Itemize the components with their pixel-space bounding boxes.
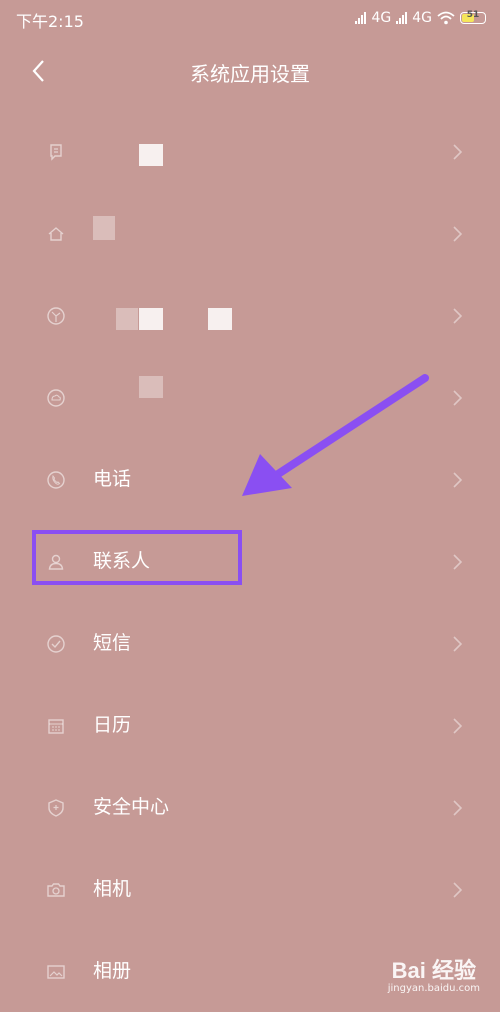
settings-row-message[interactable] <box>0 110 500 192</box>
status-icons: 4G 4G 51 <box>355 8 486 28</box>
chevron-right-icon <box>453 882 463 898</box>
theme-icon <box>47 307 65 325</box>
home-icon <box>48 227 64 241</box>
network-type-1: 4G <box>371 10 392 26</box>
battery-icon: 51 <box>460 10 486 24</box>
settings-row-camera[interactable]: 相机 <box>0 848 500 930</box>
title-bar: 系统应用设置 <box>0 46 500 98</box>
chevron-right-icon <box>453 472 463 488</box>
redacted-block <box>139 308 163 330</box>
settings-row-phone[interactable]: 电话 <box>0 438 500 520</box>
status-bar: 下午2:15 4G 4G 51 <box>0 0 500 36</box>
chevron-right-icon <box>453 800 463 816</box>
network-type-2: 4G <box>412 10 432 26</box>
settings-row-label: 相机 <box>93 878 132 900</box>
chevron-right-icon <box>453 636 463 652</box>
chevron-right-icon <box>453 308 463 324</box>
settings-list: 电话 联系人 短信 日历 安全中心 相机 相册 <box>0 110 500 1012</box>
chevron-right-icon <box>453 390 463 406</box>
redacted-block <box>208 308 232 330</box>
chevron-right-icon <box>453 718 463 734</box>
chevron-right-icon <box>453 226 463 242</box>
settings-row-theme[interactable] <box>0 274 500 356</box>
camera-icon <box>47 883 65 897</box>
shield-icon <box>48 799 64 817</box>
settings-row-security[interactable]: 安全中心 <box>0 766 500 848</box>
redacted-block <box>93 216 115 240</box>
calendar-icon <box>48 719 64 734</box>
signal-icon <box>396 12 408 24</box>
message-icon <box>50 144 62 161</box>
baidu-watermark: Bai 经验 jingyan.baidu.com <box>388 953 480 994</box>
watermark-logo: Bai 经验 <box>391 958 477 983</box>
redacted-block <box>116 308 138 330</box>
phone-icon <box>47 471 65 489</box>
settings-row-label: 安全中心 <box>93 796 170 818</box>
settings-row-calendar[interactable]: 日历 <box>0 684 500 766</box>
wifi-icon <box>437 11 455 25</box>
chevron-right-icon <box>453 144 463 160</box>
person-icon <box>48 554 64 570</box>
settings-row-sms[interactable]: 短信 <box>0 602 500 684</box>
battery-level: 51 <box>466 10 480 20</box>
watermark-url: jingyan.baidu.com <box>387 983 480 994</box>
page-title: 系统应用设置 <box>190 62 310 86</box>
settings-row-label: 电话 <box>93 468 132 490</box>
check-circle-icon <box>47 635 65 653</box>
settings-row-label: 短信 <box>93 632 132 654</box>
redacted-block <box>139 144 163 166</box>
settings-row-label: 相册 <box>93 960 132 982</box>
image-icon <box>47 965 65 979</box>
settings-row-label: 日历 <box>93 714 132 736</box>
settings-row-home[interactable] <box>0 192 500 274</box>
redacted-block <box>139 376 163 398</box>
signal-icon <box>355 12 367 24</box>
chevron-right-icon <box>453 554 463 570</box>
status-time: 下午2:15 <box>16 12 84 31</box>
settings-row-cloud[interactable] <box>0 356 500 438</box>
cloud-icon <box>47 389 65 407</box>
settings-row-contacts[interactable]: 联系人 <box>0 520 500 602</box>
settings-row-label: 联系人 <box>93 550 151 572</box>
